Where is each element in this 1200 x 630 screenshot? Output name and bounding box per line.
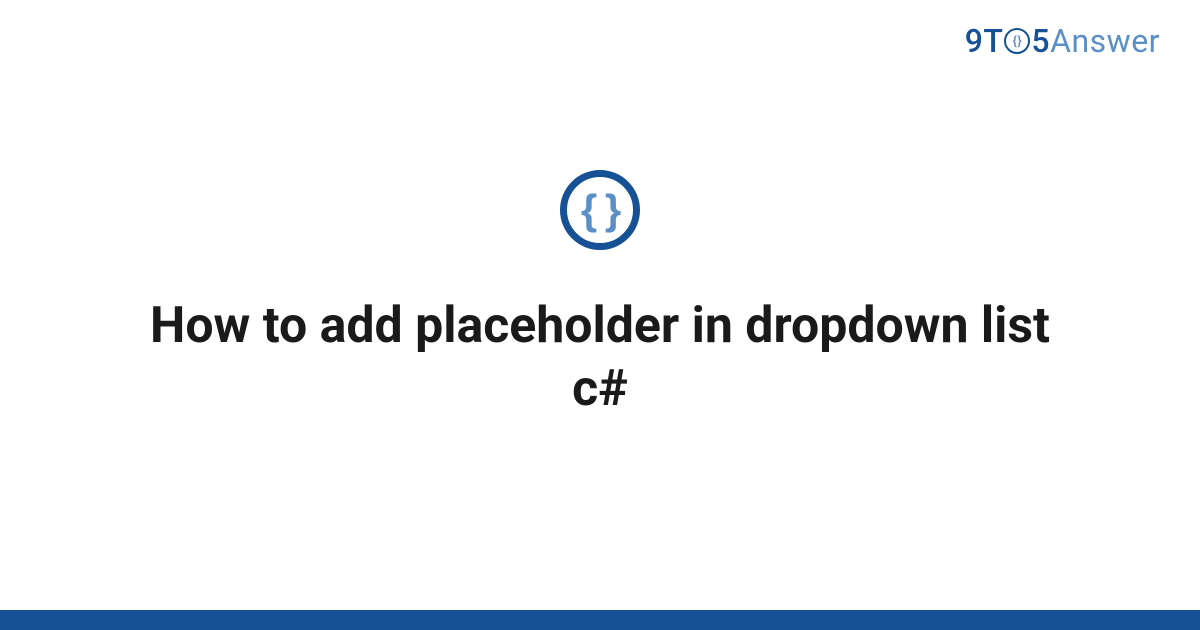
main-content: { } How to add placeholder in dropdown l… xyxy=(0,170,1200,420)
logo-text-5: 5 xyxy=(1031,22,1050,60)
braces-glyph: { } xyxy=(581,189,619,231)
page-title: How to add placeholder in dropdown list … xyxy=(150,295,1050,420)
logo-o-icon: {} xyxy=(1004,28,1030,54)
logo-braces-small-icon: {} xyxy=(1013,35,1023,48)
logo-circle-icon: {} xyxy=(1004,28,1030,54)
site-logo: 9T {} 5 Answer xyxy=(965,22,1160,60)
logo-text-answer: Answer xyxy=(1050,22,1160,60)
logo-text-9t: 9T xyxy=(965,22,1004,60)
code-braces-icon: { } xyxy=(560,170,640,250)
footer-accent-bar xyxy=(0,610,1200,630)
